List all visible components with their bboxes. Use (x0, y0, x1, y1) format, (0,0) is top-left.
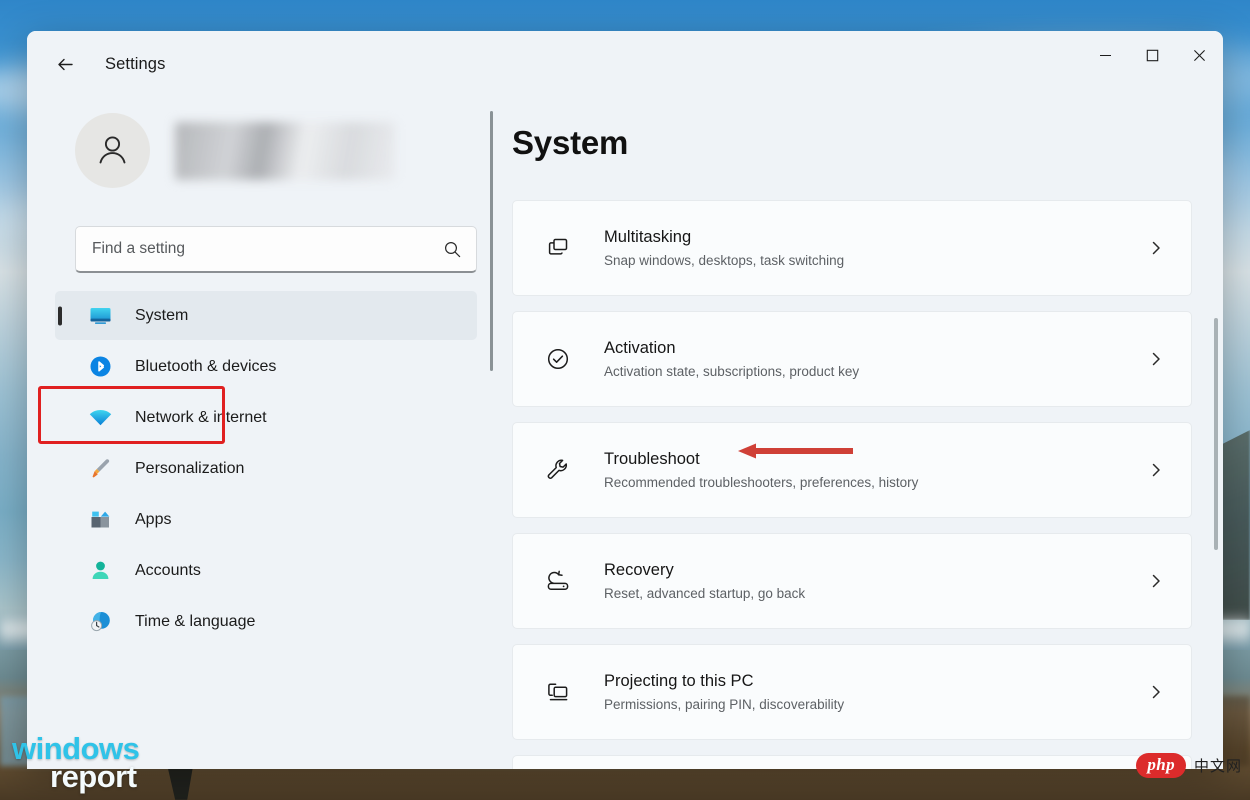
card-text: Projecting to this PC Permissions, pairi… (604, 670, 1143, 713)
search-icon (443, 240, 462, 259)
card-multitasking[interactable]: Multitasking Snap windows, desktops, tas… (512, 200, 1192, 296)
window-body: System Bluetooth & devices (27, 97, 1223, 769)
selection-indicator (58, 306, 62, 325)
chevron-right-icon (1143, 346, 1169, 372)
sidebar-scrollbar[interactable] (490, 111, 493, 371)
wifi-icon (87, 405, 113, 431)
chevron-right-icon (1143, 568, 1169, 594)
app-title: Settings (105, 55, 165, 74)
avatar (75, 113, 150, 188)
main-content: System Multitasking Snap windows, deskto… (497, 97, 1223, 769)
sidebar-item-label: Apps (135, 511, 171, 529)
account-header[interactable] (75, 113, 497, 188)
card-recovery[interactable]: Recovery Reset, advanced startup, go bac… (512, 533, 1192, 629)
person-avatar-icon (92, 130, 133, 171)
card-title: Activation (604, 337, 1143, 359)
sidebar-item-label: Network & internet (135, 409, 267, 427)
search-input[interactable] (92, 240, 443, 258)
card-title: Multitasking (604, 226, 1143, 248)
card-subtitle: Recommended troubleshooters, preferences… (604, 474, 1143, 492)
accounts-icon (87, 558, 113, 584)
sidebar-item-personalization[interactable]: Personalization (55, 444, 477, 493)
paintbrush-icon (87, 456, 113, 482)
back-arrow-icon (55, 54, 76, 75)
sidebar-item-time-language[interactable]: Time & language (55, 597, 477, 646)
chevron-right-icon (1143, 457, 1169, 483)
clock-globe-icon (87, 609, 113, 635)
bluetooth-icon (87, 354, 113, 380)
sidebar-item-label: Time & language (135, 613, 255, 631)
sidebar-item-accounts[interactable]: Accounts (55, 546, 477, 595)
title-bar: Settings (27, 31, 1223, 97)
card-partial-next[interactable] (512, 755, 1192, 769)
card-subtitle: Reset, advanced startup, go back (604, 585, 1143, 603)
check-circle-icon (541, 342, 575, 376)
minimize-button[interactable] (1082, 31, 1129, 79)
card-text: Troubleshoot Recommended troubleshooters… (604, 448, 1143, 491)
window-controls (1082, 31, 1223, 97)
sidebar-item-label: Personalization (135, 460, 244, 478)
search-box[interactable] (75, 226, 477, 273)
maximize-button[interactable] (1129, 31, 1176, 79)
sidebar-item-label: System (135, 307, 188, 325)
card-subtitle: Snap windows, desktops, task switching (604, 252, 1143, 270)
page-title: System (512, 124, 1223, 162)
recovery-drive-icon (541, 564, 575, 598)
sidebar-item-network-internet[interactable]: Network & internet (55, 393, 477, 442)
card-text: Multitasking Snap windows, desktops, tas… (604, 226, 1143, 269)
minimize-icon (1099, 49, 1112, 62)
apps-icon (87, 507, 113, 533)
card-subtitle: Permissions, pairing PIN, discoverabilit… (604, 696, 1143, 714)
card-title: Troubleshoot (604, 448, 1143, 470)
sidebar-item-label: Accounts (135, 562, 201, 580)
sidebar-item-apps[interactable]: Apps (55, 495, 477, 544)
back-button[interactable] (45, 44, 85, 84)
sidebar-item-label: Bluetooth & devices (135, 358, 276, 376)
account-name-redacted (175, 122, 395, 180)
sidebar: System Bluetooth & devices (27, 97, 497, 769)
settings-card-list: Multitasking Snap windows, desktops, tas… (512, 200, 1223, 769)
wrench-icon (541, 453, 575, 487)
close-icon (1193, 49, 1206, 62)
card-title: Recovery (604, 559, 1143, 581)
card-title: Projecting to this PC (604, 670, 1143, 692)
maximize-icon (1146, 49, 1159, 62)
sidebar-item-bluetooth-devices[interactable]: Bluetooth & devices (55, 342, 477, 391)
sidebar-nav: System Bluetooth & devices (47, 291, 497, 646)
card-projecting-to-this-pc[interactable]: Projecting to this PC Permissions, pairi… (512, 644, 1192, 740)
main-scrollbar[interactable] (1214, 318, 1218, 550)
settings-window: Settings (27, 31, 1223, 769)
card-subtitle: Activation state, subscriptions, product… (604, 363, 1143, 381)
card-troubleshoot[interactable]: Troubleshoot Recommended troubleshooters… (512, 422, 1192, 518)
card-text: Recovery Reset, advanced startup, go bac… (604, 559, 1143, 602)
chevron-right-icon (1143, 679, 1169, 705)
monitor-icon (87, 303, 113, 329)
projecting-screens-icon (541, 675, 575, 709)
close-button[interactable] (1176, 31, 1223, 79)
card-text: Activation Activation state, subscriptio… (604, 337, 1143, 380)
card-activation[interactable]: Activation Activation state, subscriptio… (512, 311, 1192, 407)
chevron-right-icon (1143, 235, 1169, 261)
sidebar-item-system[interactable]: System (55, 291, 477, 340)
multitasking-windows-icon (541, 231, 575, 265)
